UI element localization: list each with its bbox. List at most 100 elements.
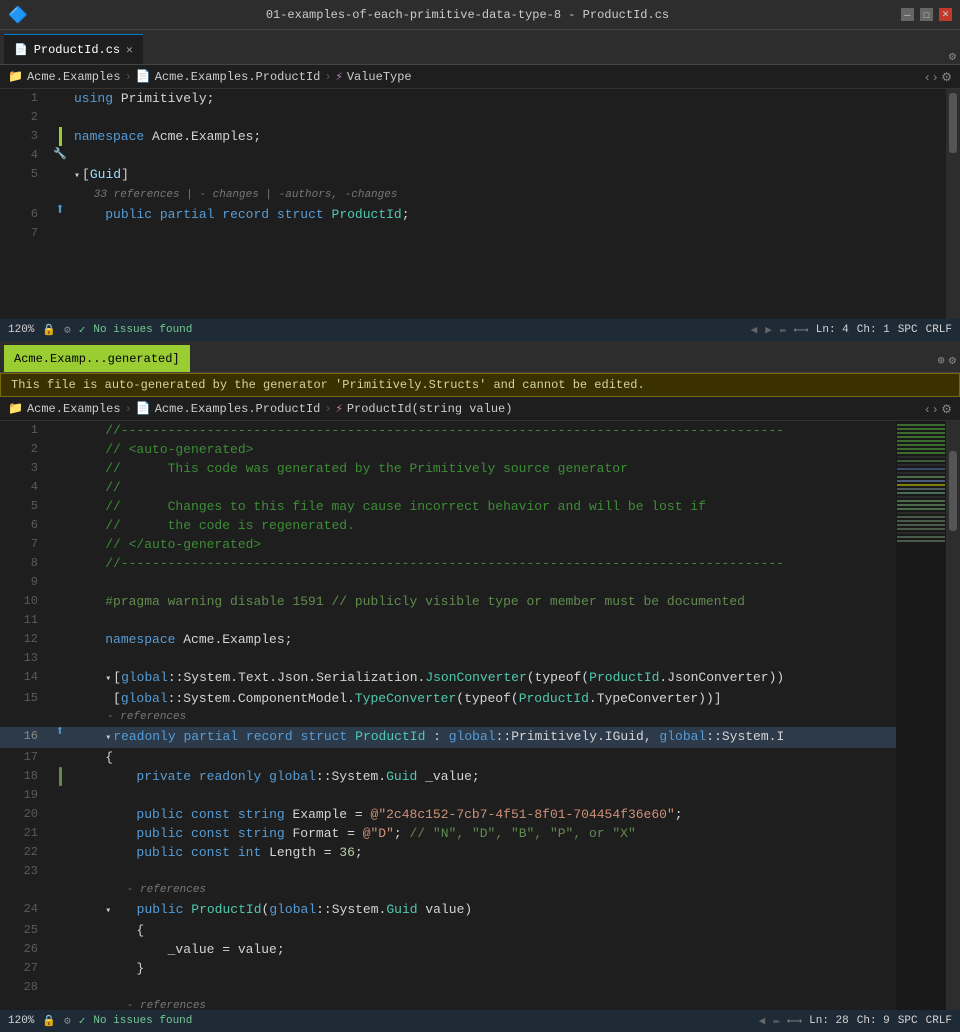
bottom-issues-text: No issues found bbox=[93, 1015, 192, 1027]
bc2-sep1: › bbox=[125, 402, 132, 416]
top-nav-left[interactable]: ◀ bbox=[751, 323, 758, 337]
code-line-ref: - references bbox=[0, 997, 896, 1010]
mini-line bbox=[897, 524, 945, 526]
maximize-button[interactable]: □ bbox=[920, 8, 933, 21]
bc-member[interactable]: ValueType bbox=[347, 70, 412, 84]
mini-line bbox=[897, 488, 945, 490]
bottom-settings-button[interactable]: ⚙ bbox=[949, 353, 956, 368]
autogen-banner: This file is auto-generated by the gener… bbox=[0, 373, 960, 397]
top-tab-active[interactable]: 📄 ProductId.cs ✕ bbox=[4, 34, 143, 64]
bottom-pencil-icon: ✏ bbox=[773, 1014, 780, 1028]
mini-line bbox=[897, 500, 945, 502]
code-line: 7 bbox=[0, 224, 946, 243]
bottom-lock-icon: 🔒 bbox=[42, 1014, 56, 1028]
bc-class[interactable]: Acme.Examples.ProductId bbox=[155, 70, 321, 84]
bc2-class[interactable]: Acme.Examples.ProductId bbox=[155, 402, 321, 416]
bottom-ln: Ln: 28 bbox=[809, 1015, 849, 1027]
code-line: 21 public const string Format = @"D"; //… bbox=[0, 824, 896, 843]
code-line: 3 namespace Acme.Examples; bbox=[0, 127, 946, 146]
bottom-code-main: 1 //------------------------------------… bbox=[0, 421, 896, 1010]
code-line: 26 _value = value; bbox=[0, 940, 896, 959]
bc2-class-icon: 📄 bbox=[136, 401, 151, 416]
mini-line bbox=[897, 460, 945, 462]
tab-bar-actions: ⚙ bbox=[949, 49, 956, 64]
mini-line bbox=[897, 452, 945, 454]
code-line: 2 // <auto-generated> bbox=[0, 440, 896, 459]
mini-line bbox=[897, 440, 945, 442]
bottom-zoom-level[interactable]: 120% bbox=[8, 1015, 34, 1027]
code-line: 4 🔧 bbox=[0, 146, 946, 165]
bottom-split-button[interactable]: ⊕ bbox=[938, 353, 945, 368]
bc2-nav-right[interactable]: › bbox=[933, 402, 937, 416]
close-button[interactable]: ✕ bbox=[939, 8, 952, 21]
bottom-debug-icon: ⚙ bbox=[64, 1014, 71, 1028]
top-ln: Ln: 4 bbox=[816, 324, 849, 336]
top-scrollbar[interactable] bbox=[946, 89, 960, 319]
code-line-ref: - references bbox=[0, 708, 896, 727]
mini-line bbox=[897, 516, 945, 518]
code-line: 17 { bbox=[0, 748, 896, 767]
top-ch: Ch: 1 bbox=[857, 324, 890, 336]
bc2-sep2: › bbox=[324, 402, 331, 416]
bc-nav-right[interactable]: › bbox=[933, 70, 937, 84]
mini-line bbox=[897, 444, 945, 446]
mini-line bbox=[897, 424, 945, 426]
top-breadcrumb: 📁 Acme.Examples › 📄 Acme.Examples.Produc… bbox=[0, 65, 960, 89]
scrollbar-thumb bbox=[949, 451, 957, 531]
mini-line bbox=[897, 432, 945, 434]
mini-line bbox=[897, 508, 945, 510]
mini-line bbox=[897, 520, 945, 522]
code-line: 11 bbox=[0, 611, 896, 630]
top-enc: SPC bbox=[898, 324, 918, 336]
code-line: 9 bbox=[0, 573, 896, 592]
mini-line bbox=[897, 448, 945, 450]
title-bar: 🔷 01-examples-of-each-primitive-data-typ… bbox=[0, 0, 960, 30]
bottom-tab-actions: ⊕ ⚙ bbox=[938, 353, 956, 372]
mini-line bbox=[897, 496, 945, 498]
bottom-lineend: CRLF bbox=[926, 1015, 952, 1027]
bc-namespace[interactable]: Acme.Examples bbox=[27, 70, 121, 84]
minimap bbox=[896, 421, 946, 1010]
minimize-button[interactable]: ─ bbox=[901, 8, 914, 21]
mini-line bbox=[897, 472, 945, 474]
bottom-tab-active[interactable]: Acme.Examp...generated] bbox=[4, 345, 190, 372]
bc2-settings[interactable]: ⚙ bbox=[941, 402, 952, 416]
mini-line bbox=[897, 436, 945, 438]
bottom-scrollbar[interactable] bbox=[946, 421, 960, 1010]
code-line: 7 // </auto-generated> bbox=[0, 535, 896, 554]
code-line: 28 bbox=[0, 978, 896, 997]
top-nav-right[interactable]: ▶ bbox=[765, 323, 772, 337]
code-line: 24 ▾ public ProductId(global::System.Gui… bbox=[0, 900, 896, 921]
code-line: 2 bbox=[0, 108, 946, 127]
bc-settings[interactable]: ⚙ bbox=[941, 70, 952, 84]
top-debug-icon: ⚙ bbox=[64, 323, 71, 337]
bc2-namespace[interactable]: Acme.Examples bbox=[27, 402, 121, 416]
top-zoom-level[interactable]: 120% bbox=[8, 324, 34, 336]
bc2-member-icon: ⚡ bbox=[336, 401, 343, 416]
mini-line bbox=[897, 528, 945, 530]
mini-line bbox=[897, 428, 945, 430]
top-tab-close[interactable]: ✕ bbox=[126, 43, 133, 57]
mini-line bbox=[897, 492, 945, 494]
code-line: 20 public const string Example = @"2c48c… bbox=[0, 805, 896, 824]
bottom-enc: SPC bbox=[898, 1015, 918, 1027]
code-line: 18 private readonly global::System.Guid … bbox=[0, 767, 896, 786]
app-icon: 🔷 bbox=[8, 5, 28, 25]
bc2-member[interactable]: ProductId(string value) bbox=[347, 402, 513, 416]
mini-line bbox=[897, 536, 945, 538]
top-tab-label: ProductId.cs bbox=[34, 43, 120, 57]
mini-line-accent bbox=[897, 484, 945, 486]
code-line: 25 { bbox=[0, 921, 896, 940]
mini-line bbox=[897, 512, 945, 514]
bc2-nav-buttons: ‹ › ⚙ bbox=[925, 402, 952, 416]
mini-line bbox=[897, 464, 945, 466]
top-code-scroll: 1 using Primitively; 2 3 namespace Acme.… bbox=[0, 89, 960, 319]
bottom-nav-left[interactable]: ◀ bbox=[759, 1014, 766, 1028]
mini-line bbox=[897, 504, 945, 506]
bc-member-icon: ⚡ bbox=[336, 69, 343, 84]
bc-nav-left[interactable]: ‹ bbox=[925, 70, 929, 84]
mini-line bbox=[897, 532, 945, 534]
split-editor-button[interactable]: ⚙ bbox=[949, 49, 956, 64]
top-no-issues: ✓ bbox=[79, 323, 86, 337]
bc2-nav-left[interactable]: ‹ bbox=[925, 402, 929, 416]
